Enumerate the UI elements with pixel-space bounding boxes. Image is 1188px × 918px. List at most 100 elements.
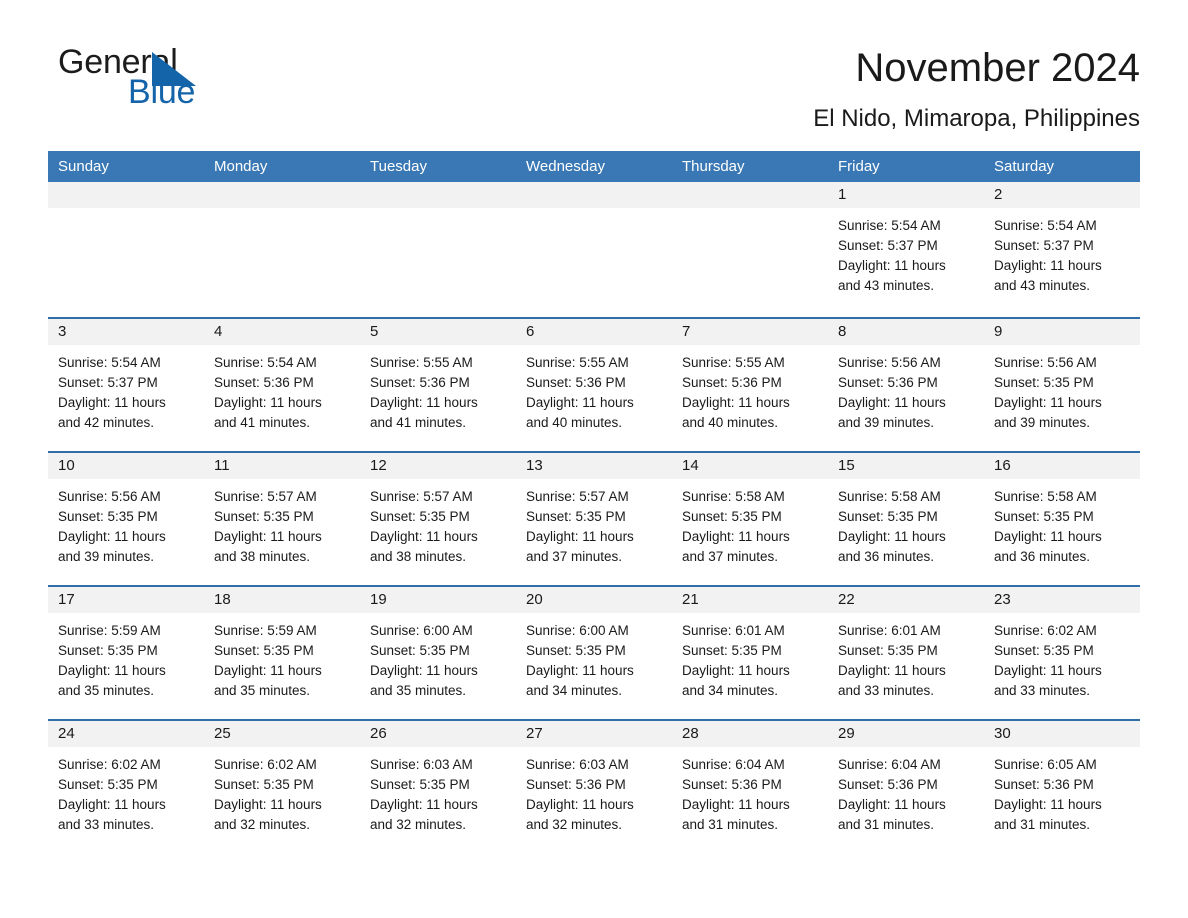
day-cell[interactable]: 7 Sunrise: 5:55 AM Sunset: 5:36 PM Daylight…	[672, 319, 828, 451]
week-row: 10 Sunrise: 5:56 AM Sunset: 5:35 PM Dayligh…	[48, 451, 1140, 585]
sunset-text: Sunset: 5:37 PM	[838, 238, 938, 253]
daylight-text-line1: Daylight: 11 hours	[214, 395, 322, 410]
daylight-text-line1: Daylight: 11 hours	[682, 395, 790, 410]
day-cell[interactable]: 19 Sunrise: 6:00 AM Sunset: 5:35 PM Dayligh…	[360, 587, 516, 719]
day-cell[interactable]: 25 Sunrise: 6:02 AM Sunset: 5:35 PM Dayligh…	[204, 721, 360, 853]
day-details: Sunrise: 6:02 AM Sunset: 5:35 PM Daylight:…	[204, 747, 360, 835]
daylight-text-line1: Daylight: 11 hours	[370, 395, 478, 410]
day-cell[interactable]: 20 Sunrise: 6:00 AM Sunset: 5:35 PM Dayligh…	[516, 587, 672, 719]
day-cell[interactable]: 8 Sunrise: 5:56 AM Sunset: 5:36 PM Daylight…	[828, 319, 984, 451]
day-cell[interactable]: 17 Sunrise: 5:59 AM Sunset: 5:35 PM Dayligh…	[48, 587, 204, 719]
sunset-text: Sunset: 5:35 PM	[994, 375, 1094, 390]
day-cell[interactable]: 5 Sunrise: 5:55 AM Sunset: 5:36 PM Daylight…	[360, 319, 516, 451]
daylight-text-line2: and 32 minutes.	[370, 817, 467, 832]
day-number: 16	[984, 453, 1140, 479]
sunrise-text: Sunrise: 6:04 AM	[682, 757, 785, 772]
day-cell[interactable]: 11 Sunrise: 5:57 AM Sunset: 5:35 PM Dayligh…	[204, 453, 360, 585]
weekday-friday: Friday	[838, 158, 880, 175]
page-header: General Blue November 2024 El Nido, Mima…	[48, 0, 1140, 134]
page-title: November 2024	[855, 46, 1140, 90]
daylight-text-line2: and 32 minutes.	[214, 817, 311, 832]
sunset-text: Sunset: 5:35 PM	[58, 777, 158, 792]
day-number	[48, 182, 204, 208]
day-cell[interactable]: 24 Sunrise: 6:02 AM Sunset: 5:35 PM Dayligh…	[48, 721, 204, 853]
daylight-text-line1: Daylight: 11 hours	[838, 529, 946, 544]
day-cell[interactable]: 13 Sunrise: 5:57 AM Sunset: 5:35 PM Dayligh…	[516, 453, 672, 585]
sunrise-text: Sunrise: 5:58 AM	[682, 489, 785, 504]
day-number: 24	[48, 721, 204, 747]
daylight-text-line2: and 31 minutes.	[682, 817, 779, 832]
day-details: Sunrise: 6:00 AM Sunset: 5:35 PM Daylight:…	[360, 613, 516, 701]
day-cell-empty	[360, 182, 516, 317]
sunset-text: Sunset: 5:36 PM	[526, 777, 626, 792]
day-cell[interactable]: 6 Sunrise: 5:55 AM Sunset: 5:36 PM Daylight…	[516, 319, 672, 451]
daylight-text-line2: and 31 minutes.	[994, 817, 1091, 832]
sunrise-text: Sunrise: 5:54 AM	[58, 355, 161, 370]
logo-word-blue: Blue	[128, 73, 196, 111]
day-cell[interactable]: 22 Sunrise: 6:01 AM Sunset: 5:35 PM Dayligh…	[828, 587, 984, 719]
day-cell[interactable]: 23 Sunrise: 6:02 AM Sunset: 5:35 PM Dayligh…	[984, 587, 1140, 719]
day-cell[interactable]: 21 Sunrise: 6:01 AM Sunset: 5:35 PM Dayligh…	[672, 587, 828, 719]
sunset-text: Sunset: 5:35 PM	[214, 509, 314, 524]
weekday-header-row: Sunday Monday Tuesday Wednesday Thursday…	[48, 151, 1140, 182]
sunrise-text: Sunrise: 6:01 AM	[838, 623, 941, 638]
week-row: 17 Sunrise: 5:59 AM Sunset: 5:35 PM Dayligh…	[48, 585, 1140, 719]
day-details: Sunrise: 5:58 AM Sunset: 5:35 PM Daylight:…	[672, 479, 828, 567]
day-cell[interactable]: 10 Sunrise: 5:56 AM Sunset: 5:35 PM Dayligh…	[48, 453, 204, 585]
day-cell[interactable]: 16 Sunrise: 5:58 AM Sunset: 5:35 PM Dayligh…	[984, 453, 1140, 585]
daylight-text-line1: Daylight: 11 hours	[214, 529, 322, 544]
day-cell[interactable]: 4 Sunrise: 5:54 AM Sunset: 5:36 PM Daylight…	[204, 319, 360, 451]
daylight-text-line1: Daylight: 11 hours	[526, 797, 634, 812]
day-cell[interactable]: 9 Sunrise: 5:56 AM Sunset: 5:35 PM Daylight…	[984, 319, 1140, 451]
sunset-text: Sunset: 5:35 PM	[838, 509, 938, 524]
daylight-text-line2: and 35 minutes.	[214, 683, 311, 698]
day-number: 27	[516, 721, 672, 747]
day-cell[interactable]: 15 Sunrise: 5:58 AM Sunset: 5:35 PM Dayligh…	[828, 453, 984, 585]
day-number: 1	[828, 182, 984, 208]
day-number: 5	[360, 319, 516, 345]
daylight-text-line1: Daylight: 11 hours	[526, 663, 634, 678]
day-cell[interactable]: 2 Sunrise: 5:54 AM Sunset: 5:37 PM Daylight…	[984, 182, 1140, 317]
daylight-text-line2: and 39 minutes.	[994, 415, 1091, 430]
day-number: 30	[984, 721, 1140, 747]
sunrise-text: Sunrise: 5:56 AM	[838, 355, 941, 370]
daylight-text-line2: and 40 minutes.	[526, 415, 623, 430]
daylight-text-line2: and 35 minutes.	[370, 683, 467, 698]
weekday-thursday: Thursday	[682, 158, 745, 175]
daylight-text-line1: Daylight: 11 hours	[58, 797, 166, 812]
sunset-text: Sunset: 5:35 PM	[682, 509, 782, 524]
day-cell[interactable]: 27 Sunrise: 6:03 AM Sunset: 5:36 PM Dayligh…	[516, 721, 672, 853]
day-details: Sunrise: 5:59 AM Sunset: 5:35 PM Daylight:…	[204, 613, 360, 701]
sunrise-text: Sunrise: 5:57 AM	[370, 489, 473, 504]
sunset-text: Sunset: 5:36 PM	[214, 375, 314, 390]
daylight-text-line2: and 34 minutes.	[682, 683, 779, 698]
day-details: Sunrise: 5:57 AM Sunset: 5:35 PM Daylight:…	[360, 479, 516, 567]
day-number: 22	[828, 587, 984, 613]
day-cell[interactable]: 1 Sunrise: 5:54 AM Sunset: 5:37 PM Daylight…	[828, 182, 984, 317]
month-calendar: Sunday Monday Tuesday Wednesday Thursday…	[48, 151, 1140, 853]
sunset-text: Sunset: 5:36 PM	[370, 375, 470, 390]
day-cell[interactable]: 26 Sunrise: 6:03 AM Sunset: 5:35 PM Dayligh…	[360, 721, 516, 853]
day-number: 4	[204, 319, 360, 345]
day-number	[204, 182, 360, 208]
sunrise-text: Sunrise: 5:54 AM	[994, 218, 1097, 233]
sunset-text: Sunset: 5:36 PM	[526, 375, 626, 390]
sunrise-text: Sunrise: 5:59 AM	[214, 623, 317, 638]
daylight-text-line2: and 34 minutes.	[526, 683, 623, 698]
daylight-text-line1: Daylight: 11 hours	[994, 663, 1102, 678]
day-cell[interactable]: 3 Sunrise: 5:54 AM Sunset: 5:37 PM Daylight…	[48, 319, 204, 451]
day-cell[interactable]: 18 Sunrise: 5:59 AM Sunset: 5:35 PM Dayligh…	[204, 587, 360, 719]
week-row: 24 Sunrise: 6:02 AM Sunset: 5:35 PM Dayligh…	[48, 719, 1140, 853]
day-number: 13	[516, 453, 672, 479]
sunrise-text: Sunrise: 5:54 AM	[838, 218, 941, 233]
sunset-text: Sunset: 5:35 PM	[838, 643, 938, 658]
general-blue-logo[interactable]: General Blue	[48, 42, 248, 116]
day-cell[interactable]: 29 Sunrise: 6:04 AM Sunset: 5:36 PM Dayligh…	[828, 721, 984, 853]
daylight-text-line2: and 39 minutes.	[838, 415, 935, 430]
sunset-text: Sunset: 5:35 PM	[58, 509, 158, 524]
sunrise-text: Sunrise: 6:03 AM	[370, 757, 473, 772]
day-cell[interactable]: 30 Sunrise: 6:05 AM Sunset: 5:36 PM Dayligh…	[984, 721, 1140, 853]
day-cell[interactable]: 12 Sunrise: 5:57 AM Sunset: 5:35 PM Dayligh…	[360, 453, 516, 585]
day-cell[interactable]: 28 Sunrise: 6:04 AM Sunset: 5:36 PM Dayligh…	[672, 721, 828, 853]
day-cell[interactable]: 14 Sunrise: 5:58 AM Sunset: 5:35 PM Dayligh…	[672, 453, 828, 585]
